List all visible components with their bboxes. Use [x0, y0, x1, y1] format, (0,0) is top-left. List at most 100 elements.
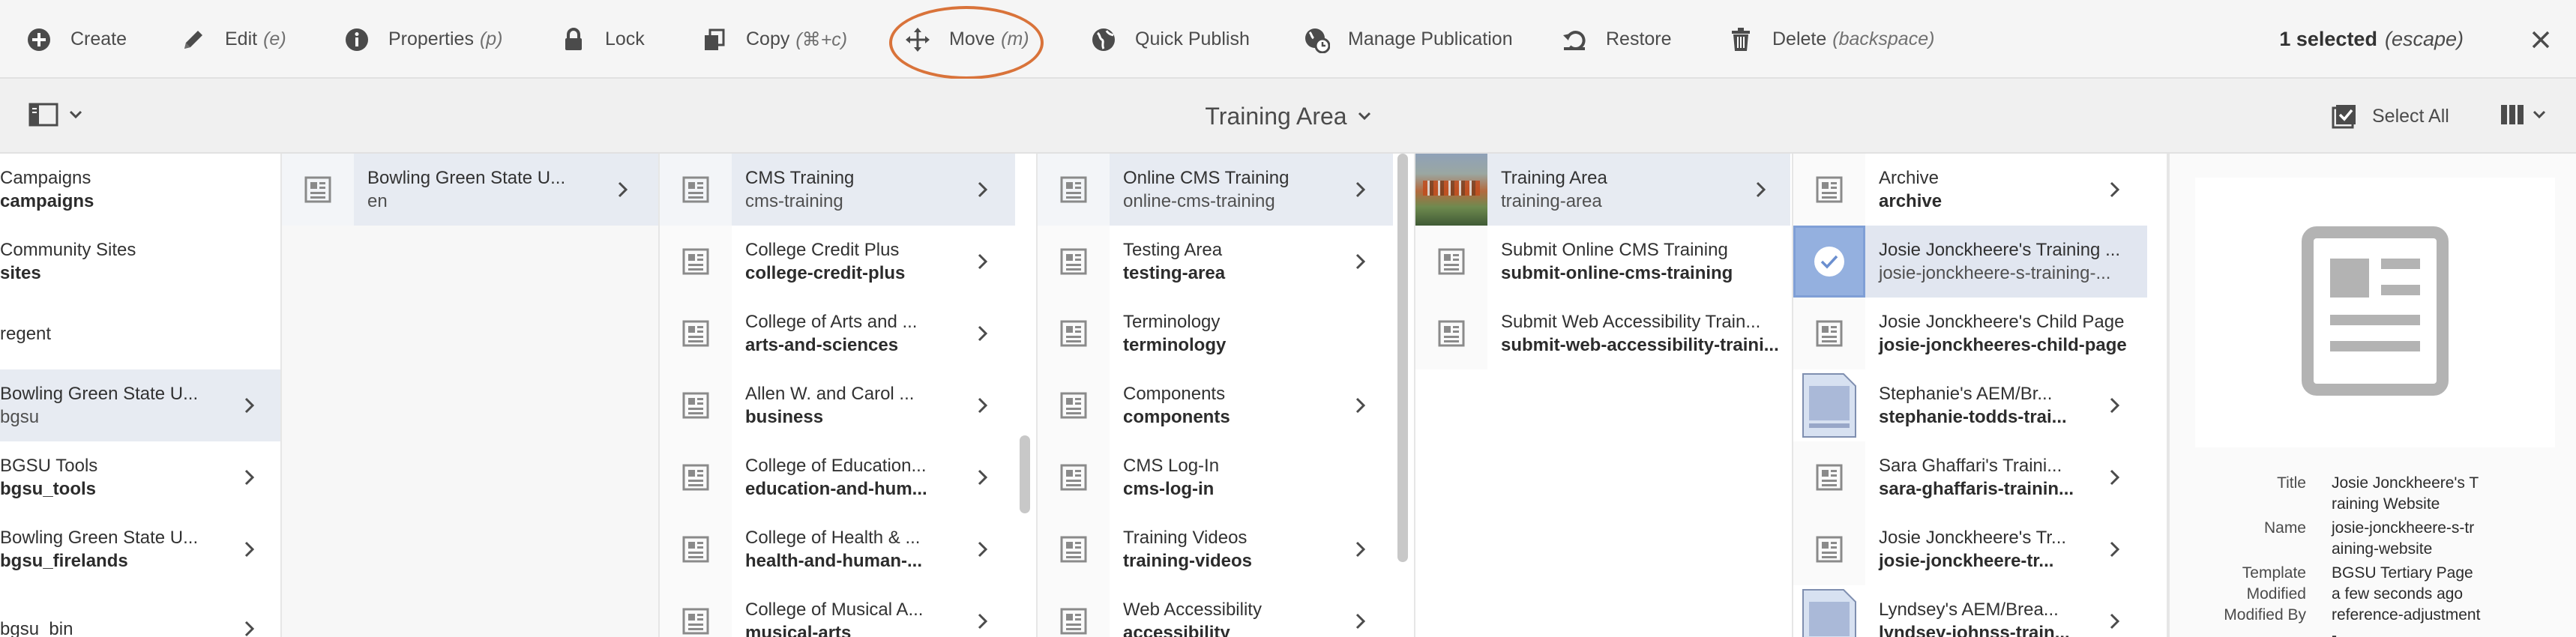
lock-icon	[559, 25, 589, 55]
create-button[interactable]: Create	[24, 0, 127, 79]
chevron-right-icon	[972, 394, 994, 417]
column-1-item-2[interactable]: regent	[0, 298, 280, 369]
chevron-down-icon[interactable]	[1358, 112, 1371, 121]
column-3-item-0[interactable]: CMS Training cms-training	[660, 154, 1015, 226]
page-icon	[660, 369, 732, 441]
item-title: CMS Training	[745, 168, 855, 188]
move-label: Move	[949, 28, 996, 49]
meta-value: Josie Jonckheere's Training Website	[2332, 474, 2479, 513]
column-1-item-3[interactable]: Bowling Green State U... bgsu	[0, 369, 280, 441]
page-icon	[1793, 154, 1865, 226]
page-icon	[1038, 154, 1110, 226]
item-name: college-credit-plus	[745, 263, 906, 283]
manage-publication-button[interactable]: Manage Publication	[1301, 0, 1513, 79]
properties-button[interactable]: Properties (p)	[342, 0, 503, 79]
column-1-item-6[interactable]: bgsu_bin	[0, 593, 280, 637]
column-4-item-4[interactable]: CMS Log-In cms-log-in	[1038, 441, 1393, 513]
meta-value: a few seconds ago	[2332, 585, 2464, 603]
column-3-item-3[interactable]: Allen W. and Carol ... business	[660, 369, 1015, 441]
column-4-item-0[interactable]: Online CMS Training online-cms-training	[1038, 154, 1393, 226]
item-name: submit-online-cms-training	[1501, 263, 1733, 283]
item-name: business	[745, 407, 824, 427]
column-6-item-4[interactable]: Sara Ghaffari's Traini... sara-ghaffaris-…	[1793, 441, 2147, 513]
selection-info: 1 selected (escape)	[2279, 0, 2464, 79]
item-name: sites	[0, 263, 41, 283]
view-switcher-button[interactable]	[2500, 101, 2546, 131]
edit-button[interactable]: Edit (e)	[178, 0, 286, 79]
column-5-item-0[interactable]: Training Area training-area	[1415, 154, 1790, 226]
item-title: Archive	[1879, 168, 1939, 188]
item-title: Testing Area	[1123, 240, 1223, 260]
chevron-right-icon	[972, 610, 994, 633]
item-title: bgsu_bin	[0, 618, 73, 637]
page-icon	[660, 226, 732, 298]
close-selection-icon[interactable]	[2527, 25, 2555, 54]
column-1-item-4[interactable]: BGSU Tools bgsu_tools	[0, 441, 280, 513]
lock-label: Lock	[605, 28, 645, 49]
selected-check-tile[interactable]	[1793, 226, 1865, 298]
item-name: en	[367, 191, 388, 211]
column-3-item-1[interactable]: College Credit Plus college-credit-plus	[660, 226, 1015, 298]
page-icon	[2300, 225, 2450, 401]
column-6-item-0[interactable]: Archive archive	[1793, 154, 2147, 226]
chevron-right-icon	[972, 466, 994, 489]
column-6-item-1[interactable]: Josie Jonckheere's Training ... josie-jon…	[1793, 226, 2147, 298]
item-title: Training Videos	[1123, 528, 1248, 548]
column-1-item-1[interactable]: Community Sites sites	[0, 226, 280, 298]
select-all-button[interactable]: Select All	[2332, 79, 2449, 154]
column-3-item-4[interactable]: College of Education... education-and-hum…	[660, 441, 1015, 513]
chevron-right-icon	[238, 618, 261, 637]
column-4-item-2[interactable]: Terminology terminology	[1038, 298, 1393, 369]
item-name: training-area	[1501, 191, 1602, 211]
properties-label: Properties	[388, 28, 474, 49]
column-6-item-3[interactable]: Stephanie's AEM/Br... stephanie-todds-tra…	[1793, 369, 2147, 441]
column-4-item-5[interactable]: Training Videos training-videos	[1038, 513, 1393, 585]
column-5-item-2[interactable]: Submit Web Accessibility Train... submit-…	[1415, 298, 1790, 369]
delete-button[interactable]: Delete (backspace)	[1726, 0, 1934, 79]
column-2-item-0[interactable]: Bowling Green State U... en	[282, 154, 658, 226]
item-title: Terminology	[1123, 312, 1221, 332]
meta-key: Modified By	[2224, 606, 2306, 624]
restore-button[interactable]: Restore	[1559, 0, 1672, 79]
meta-value: josie-jonckheere-s-training-website	[2332, 519, 2475, 558]
column-6-item-5[interactable]: Josie Jonckheere's Tr... josie-jonckheere…	[1793, 513, 2147, 585]
chevron-right-icon	[972, 178, 994, 201]
lock-button[interactable]: Lock	[559, 0, 645, 79]
column-5-item-1[interactable]: Submit Online CMS Training submit-online-…	[1415, 226, 1790, 298]
chevron-right-icon	[2104, 610, 2126, 633]
item-name: testing-area	[1123, 263, 1226, 283]
meta-value: BGSU Tertiary Page	[2332, 564, 2473, 582]
chevron-right-icon	[1349, 610, 1372, 633]
item-name: bgsu_tools	[0, 479, 97, 499]
item-title: Josie Jonckheere's Child Page	[1879, 312, 2125, 332]
column-2: Bowling Green State U... en	[282, 154, 660, 637]
column-4-item-1[interactable]: Testing Area testing-area	[1038, 226, 1393, 298]
move-button[interactable]: Move (m)	[903, 0, 1029, 79]
column-4-item-3[interactable]: Components components	[1038, 369, 1393, 441]
item-title: Bowling Green State U...	[0, 384, 199, 404]
quick-publish-button[interactable]: Quick Publish	[1089, 0, 1250, 79]
meta-key: Name	[2263, 519, 2306, 537]
column-1-item-5[interactable]: Bowling Green State U... bgsu_firelands	[0, 513, 280, 585]
action-bar: Create Edit (e) Properties (p) Lock Copy…	[0, 0, 2576, 79]
copy-button[interactable]: Copy (⌘+c)	[699, 0, 847, 79]
globe-icon	[1089, 25, 1119, 55]
column-4-scrollbar[interactable]	[1397, 154, 1408, 562]
item-name: musical-arts	[745, 623, 852, 637]
chevron-right-icon	[972, 250, 994, 273]
column-1-item-0[interactable]: Campaigns campaigns	[0, 154, 280, 226]
column-3-item-2[interactable]: College of Arts and ... arts-and-sciences	[660, 298, 1015, 369]
column-3-item-6[interactable]: College of Musical A... musical-arts	[660, 585, 1015, 637]
chevron-right-icon	[1349, 250, 1372, 273]
column-3-scrollbar[interactable]	[1020, 435, 1030, 513]
column-3-item-5[interactable]: College of Health & ... health-and-human-…	[660, 513, 1015, 585]
title-bar: Training Area Select All	[0, 79, 2576, 154]
chevron-down-icon	[2533, 109, 2546, 123]
item-name: archive	[1879, 191, 1942, 211]
column-6-item-2[interactable]: Josie Jonckheere's Child Page josie-jonck…	[1793, 298, 2147, 369]
item-name: lyndsey-johnss-train...	[1879, 623, 2070, 637]
meta-name: Name josie-jonckheere-s-training-website	[2185, 518, 2567, 560]
column-6-item-6[interactable]: Lyndsey's AEM/Brea... lyndsey-johnss-trai…	[1793, 585, 2147, 637]
column-4-item-6[interactable]: Web Accessibility accessibility	[1038, 585, 1393, 637]
item-title: Submit Web Accessibility Train...	[1501, 312, 1761, 332]
